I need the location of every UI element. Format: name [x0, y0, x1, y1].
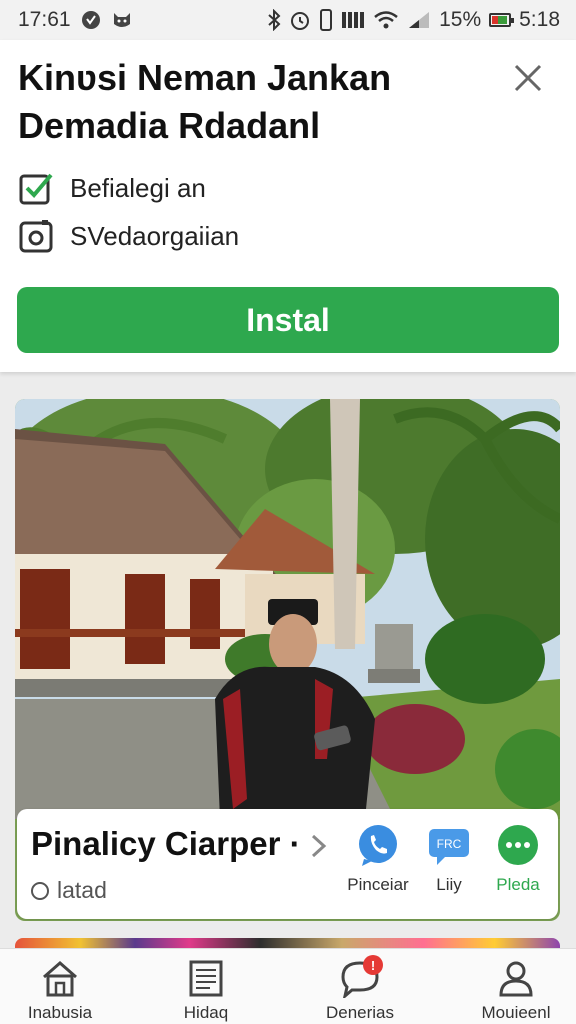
home-icon	[39, 957, 81, 999]
cat-icon	[111, 10, 133, 30]
share-option-pleda[interactable]: Pleda	[478, 823, 558, 895]
nav-label: Denerias	[325, 1003, 395, 1022]
post-card[interactable]: Pinalicy Ciarper · latad Pinceiar FRC Li…	[15, 399, 560, 921]
battery-icon	[489, 13, 515, 27]
chat-bubble-badge: FRC	[437, 837, 462, 851]
close-button[interactable]	[506, 56, 550, 100]
post-photo	[15, 399, 560, 819]
wifi-icon	[373, 10, 399, 30]
battery-percent: 15%	[439, 8, 482, 31]
nav-item-hidaq[interactable]: Hidaq	[146, 957, 266, 1023]
post-status: latad	[31, 877, 107, 904]
share-option-label: Pinceiar	[347, 875, 409, 894]
status-circle-icon	[31, 881, 49, 900]
install-button[interactable]: Instal	[17, 287, 559, 353]
notifications-bubble-icon: !	[339, 955, 383, 999]
document-icon	[185, 957, 227, 999]
permission-row-1: SVedaorgaiian	[18, 218, 239, 254]
post-status-text: latad	[57, 877, 107, 903]
post-info-panel: Pinalicy Ciarper · latad Pinceiar FRC Li…	[17, 809, 558, 919]
cell-signal-icon	[407, 10, 431, 30]
nav-item-denerias[interactable]: ! Denerias	[300, 955, 420, 1023]
permission-label: SVedaorgaiian	[70, 220, 240, 251]
camera-icon	[18, 218, 54, 254]
status-bar: 17:61 15% 5:18	[0, 0, 576, 40]
close-icon	[514, 64, 542, 92]
share-option-pinceiar[interactable]: Pinceiar	[338, 823, 418, 895]
post-title[interactable]: Pinalicy Ciarper ·	[31, 825, 301, 863]
vpn-shield-icon	[81, 10, 101, 30]
status-time-right: 5:18	[519, 8, 560, 31]
install-title: Kinʋsi Neman Jankan Demadia Rdadanl	[18, 57, 392, 146]
profile-icon	[495, 957, 537, 999]
alarm-icon	[289, 9, 311, 31]
phone-bubble-icon	[356, 823, 400, 867]
signal-bars-icon	[341, 10, 365, 30]
chevron-right-icon[interactable]	[307, 831, 331, 861]
permission-row-0: Befialegi an	[18, 170, 206, 206]
permission-label: Befialegi an	[70, 172, 206, 203]
share-option-liiy[interactable]: FRC Liiy	[409, 823, 489, 895]
chat-bubble-icon: FRC	[427, 823, 471, 867]
bluetooth-icon	[267, 9, 281, 31]
nav-item-profile[interactable]: Mouieenl	[456, 957, 576, 1023]
bottom-navigation: Inabusia Hidaq ! Denerias Mouieenl	[0, 948, 576, 1024]
notification-badge: !	[363, 955, 383, 975]
share-option-label: Liiy	[436, 875, 462, 894]
nav-label: Inabusia	[27, 1003, 93, 1022]
share-option-label: Pleda	[496, 875, 540, 894]
nav-label: Hidaq	[183, 1003, 229, 1022]
nav-label: Mouieenl	[481, 1003, 551, 1022]
phone-icon	[319, 9, 333, 31]
nav-item-home[interactable]: Inabusia	[0, 957, 120, 1023]
checkbox-checked-icon	[18, 170, 54, 206]
install-prompt-card: Kinʋsi Neman Jankan Demadia Rdadanl Befi…	[0, 40, 576, 372]
more-options-icon	[496, 823, 540, 867]
status-time-left: 17:61	[18, 8, 71, 31]
